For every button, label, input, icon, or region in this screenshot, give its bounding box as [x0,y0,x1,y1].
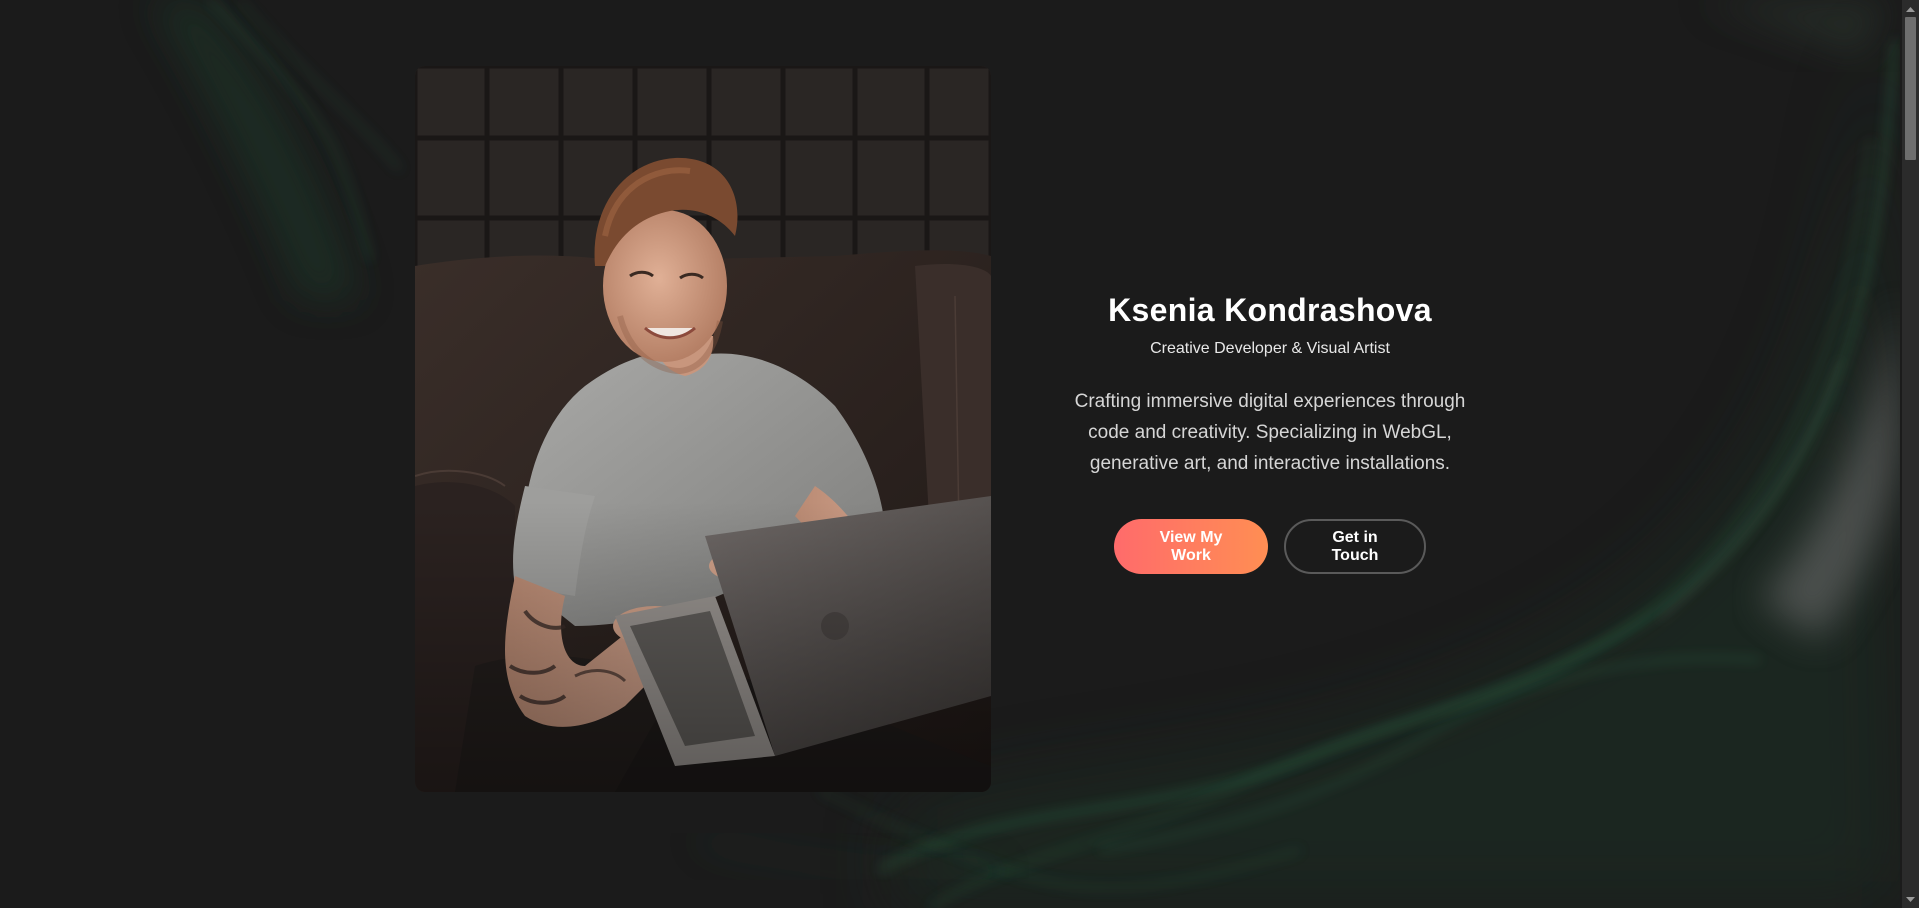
man-with-laptop-photo [415,66,991,792]
view-my-work-button[interactable]: View My Work [1114,519,1268,574]
scroll-thumb[interactable] [1905,17,1916,160]
hero-name: Ksenia Kondrashova [1108,292,1432,328]
chevron-down-icon[interactable] [1902,891,1919,908]
hero-actions: View My Work Get in Touch [1035,519,1505,574]
portfolio-page: Ksenia Kondrashova Creative Developer & … [0,0,1919,908]
chevron-up-icon[interactable] [1902,0,1919,17]
hero-section: Ksenia Kondrashova Creative Developer & … [1035,290,1505,574]
get-in-touch-button[interactable]: Get in Touch [1284,519,1426,574]
hero-role: Creative Developer & Visual Artist [1150,340,1390,357]
page-scrollbar[interactable] [1902,0,1919,908]
hero-description: Crafting immersive digital experiences t… [1074,391,1466,474]
profile-photo [415,66,991,792]
